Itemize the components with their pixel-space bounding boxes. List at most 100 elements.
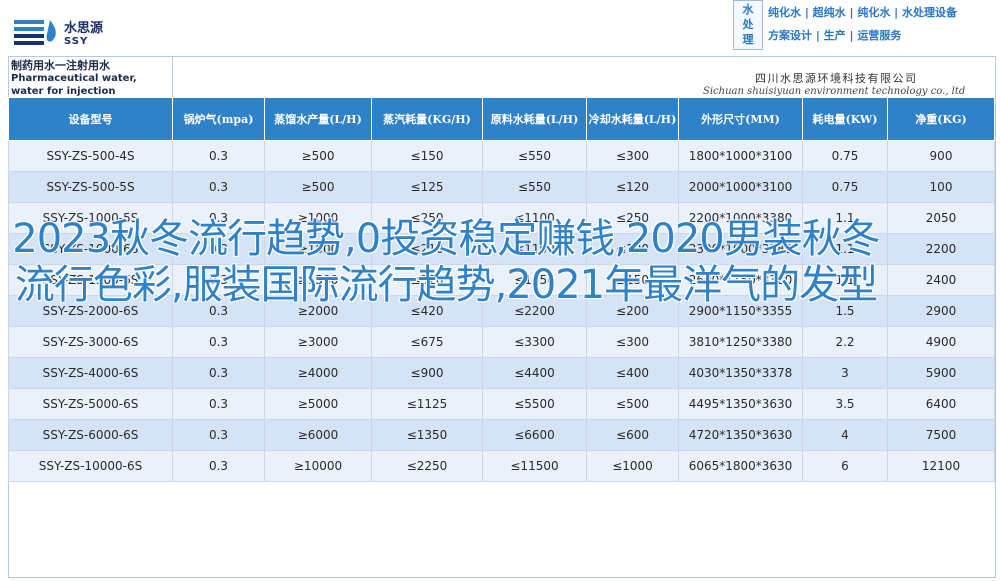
table-cell: 2900 — [887, 295, 995, 327]
table-cell: ≤4400 — [482, 357, 587, 389]
table-cell: 900 — [887, 140, 995, 172]
table-cell: 2000*1000*3100 — [678, 171, 803, 203]
table-row: SSY-ZS-6000-6S 0.3 ≥6000 ≤1350 ≤6600 ≤600 4720… — [8, 419, 995, 451]
column-header: 蒸馏水产量(L/H) — [264, 97, 372, 141]
table-cell: ≤550 — [482, 171, 587, 203]
table-cell: ≤2250 — [371, 450, 483, 482]
table-cell: 6065*1800*3630 — [678, 450, 803, 482]
table-cell: 3 — [802, 357, 888, 389]
document-title: 制药用水一注射用水 Pharmaceutical water, water fo… — [8, 57, 171, 97]
table-cell: 0.3 — [172, 140, 265, 172]
table-cell: 0.3 — [172, 419, 265, 451]
model-cell: SSY-ZS-500-5S — [8, 171, 173, 203]
table-cell: ≥500 — [264, 140, 372, 172]
table-cell: ≥500 — [264, 171, 372, 203]
table-cell: 3810*1250*3380 — [678, 326, 803, 358]
document-title-zh: 制药用水一注射用水 — [11, 59, 110, 72]
title-divider — [172, 57, 173, 97]
column-header: 净重(KG) — [887, 97, 995, 141]
document-title-en: Pharmaceutical water, water for injectio… — [11, 73, 137, 97]
table-row: SSY-ZS-5000-6S 0.3 ≥5000 ≤1125 ≤5500 ≤500 4495… — [8, 388, 995, 420]
table-cell: ≤1125 — [371, 388, 483, 420]
overlay-caption: 2023秋冬流行趋势,0投资稳定赚钱,2020男装秋冬流行色彩,服装国际流行趋势… — [12, 216, 880, 308]
table-cell: ≤550 — [482, 140, 587, 172]
table-cell: ≥5000 — [264, 388, 372, 420]
table-cell: 2400 — [887, 264, 995, 296]
column-header: 锅炉气(mpa) — [172, 97, 265, 141]
table-cell: ≤400 — [586, 357, 679, 389]
table-cell: 12100 — [887, 450, 995, 482]
table-cell: ≤600 — [586, 419, 679, 451]
table-cell: 4030*1350*3378 — [678, 357, 803, 389]
table-cell: 4900 — [887, 326, 995, 358]
column-header: 耗电量(KW) — [802, 97, 888, 141]
table-cell: 0.3 — [172, 171, 265, 203]
table-cell: ≤300 — [586, 326, 679, 358]
tagline-products: 纯化水 | 超纯水 | 纯化水 | 水处理设备 — [768, 6, 958, 19]
model-cell: SSY-ZS-4000-6S — [8, 357, 173, 389]
table-row: SSY-ZS-4000-6S 0.3 ≥4000 ≤900 ≤4400 ≤400 4030*… — [8, 357, 995, 389]
tagline-services: 方案设计 | 生产 | 运营服务 — [768, 29, 902, 42]
table-cell: 2050 — [887, 202, 995, 234]
table-row: SSY-ZS-500-4S 0.3 ≥500 ≤150 ≤550 ≤300 1800*100… — [8, 140, 995, 172]
table-row: SSY-ZS-500-5S 0.3 ≥500 ≤125 ≤550 ≤120 2000*100… — [8, 171, 995, 203]
table-cell: 7500 — [887, 419, 995, 451]
table-cell: 2200 — [887, 233, 995, 265]
brand-vertical-box: 水处理 — [733, 0, 763, 50]
table-cell: 4495*1350*3630 — [678, 388, 803, 420]
table-cell: ≤900 — [371, 357, 483, 389]
table-row: SSY-ZS-10000-6S 0.3 ≥10000 ≤2250 ≤11500 ≤1000… — [8, 450, 995, 482]
company-name-en: Sichuan shuisiyuan environment technolog… — [703, 86, 966, 97]
table-cell: ≤1350 — [371, 419, 483, 451]
table-cell: 2.2 — [802, 326, 888, 358]
table-cell: 0.3 — [172, 450, 265, 482]
table-cell: ≥4000 — [264, 357, 372, 389]
table-cell: 0.3 — [172, 357, 265, 389]
table-cell: ≤120 — [586, 171, 679, 203]
brand-vertical-text: 水处理 — [742, 3, 754, 46]
table-cell: 0.3 — [172, 388, 265, 420]
column-header: 冷却水耗量(L/H) — [586, 97, 679, 141]
model-cell: SSY-ZS-10000-6S — [8, 450, 173, 482]
model-cell: SSY-ZS-5000-6S — [8, 388, 173, 420]
table-cell: 1800*1000*3100 — [678, 140, 803, 172]
column-header: 蒸汽耗量(KG/H) — [371, 97, 483, 141]
logo-chinese-name: 水思源 — [64, 21, 104, 36]
table-cell: ≤11500 — [482, 450, 587, 482]
model-cell: SSY-ZS-500-4S — [8, 140, 173, 172]
table-header-row: 设备型号 锅炉气(mpa) 蒸馏水产量(L/H) 蒸汽耗量(KG/H) 原料水耗量(L/… — [8, 97, 995, 141]
table-cell: 5900 — [887, 357, 995, 389]
logo-english-name: SSY — [64, 36, 89, 47]
table-cell: ≤150 — [371, 140, 483, 172]
table-row: SSY-ZS-3000-6S 0.3 ≥3000 ≤675 ≤3300 ≤300 3810*… — [8, 326, 995, 358]
company-logo: 水思源 SSY — [12, 14, 142, 54]
table-cell: ≤500 — [586, 388, 679, 420]
table-cell: 0.75 — [802, 140, 888, 172]
table-cell: 3.5 — [802, 388, 888, 420]
table-cell: ≤675 — [371, 326, 483, 358]
model-cell: SSY-ZS-6000-6S — [8, 419, 173, 451]
table-cell: 6 — [802, 450, 888, 482]
table-cell: ≥10000 — [264, 450, 372, 482]
column-header: 外形尺寸(MM) — [678, 97, 803, 141]
company-name-cn: 四川水思源环境科技有限公司 — [755, 72, 918, 85]
model-cell: SSY-ZS-3000-6S — [8, 326, 173, 358]
table-cell: 0.3 — [172, 326, 265, 358]
table-cell: 6400 — [887, 388, 995, 420]
table-cell: 4720*1350*3630 — [678, 419, 803, 451]
table-body: SSY-ZS-500-4S 0.3 ≥500 ≤150 ≤550 ≤300 1800*100… — [8, 140, 995, 482]
table-cell: ≥3000 — [264, 326, 372, 358]
column-header: 设备型号 — [8, 97, 173, 141]
table-cell: ≤125 — [371, 171, 483, 203]
table-cell: ≥6000 — [264, 419, 372, 451]
table-cell: 4 — [802, 419, 888, 451]
table-cell: ≤1000 — [586, 450, 679, 482]
table-cell: ≤5500 — [482, 388, 587, 420]
water-drop-logo-icon — [14, 20, 56, 45]
table-cell: ≤3300 — [482, 326, 587, 358]
table-cell: ≤300 — [586, 140, 679, 172]
column-header: 原料水耗量(L/H) — [482, 97, 587, 141]
table-cell: 0.75 — [802, 171, 888, 203]
table-cell: 100 — [887, 171, 995, 203]
table-cell: ≤6600 — [482, 419, 587, 451]
